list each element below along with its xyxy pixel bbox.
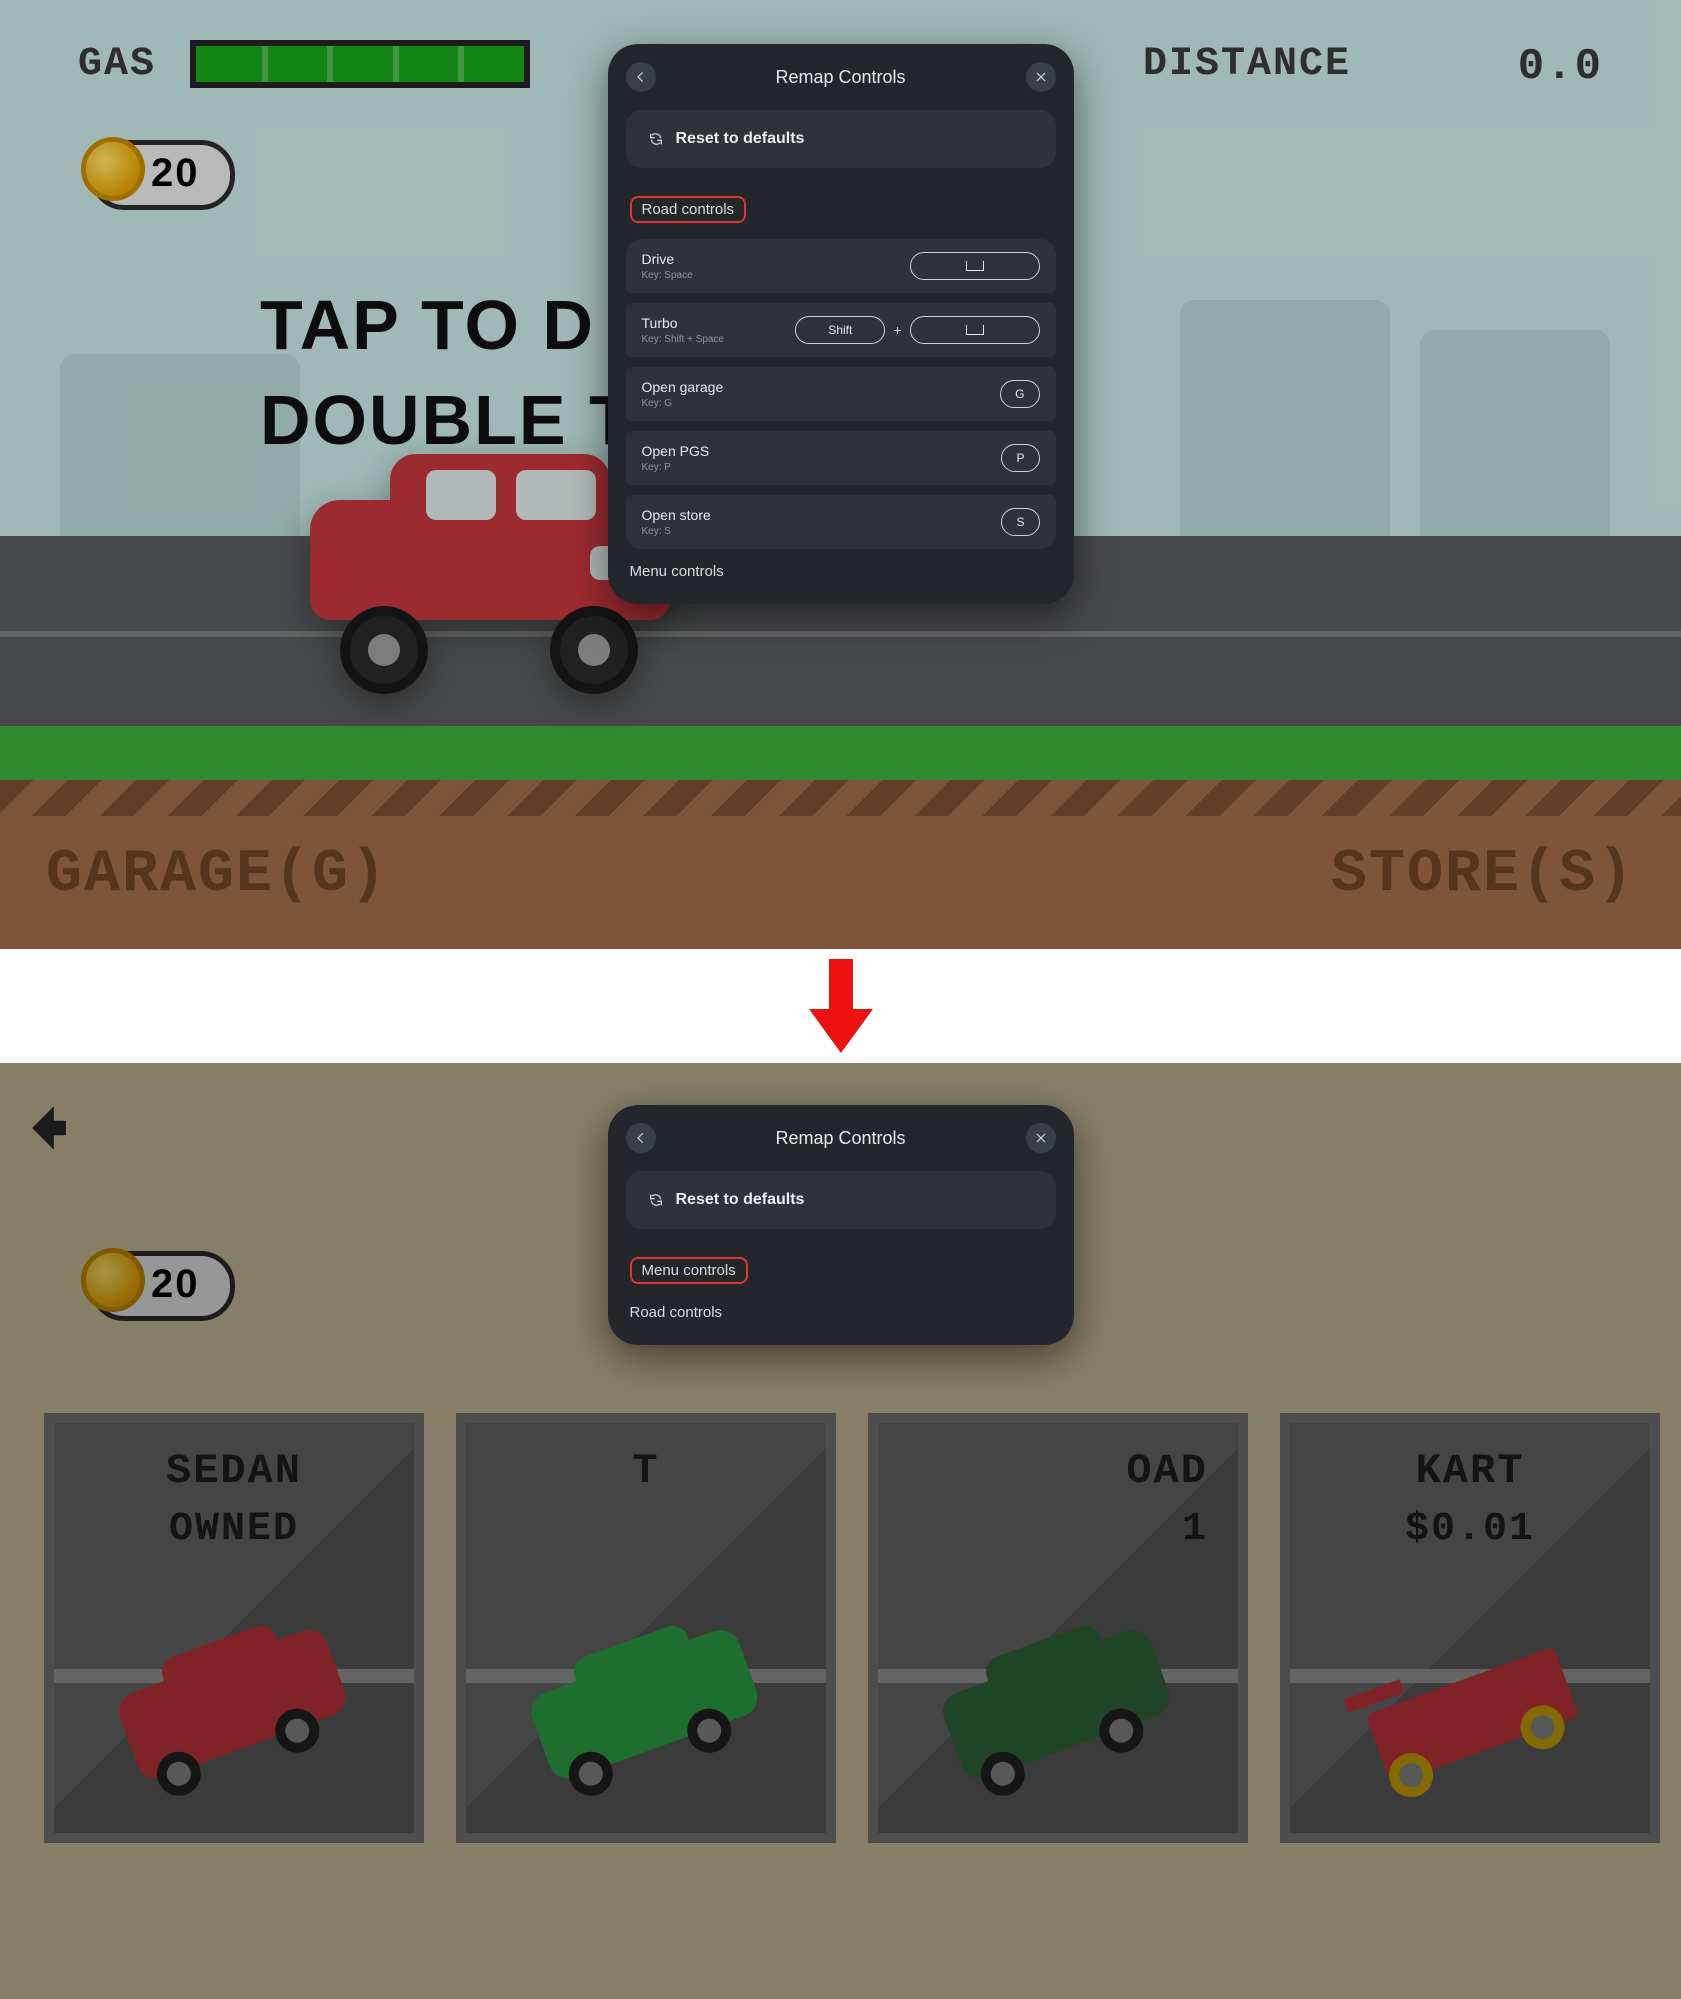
control-row[interactable]: Open store Key: S S [626,495,1056,549]
panel-title: Remap Controls [775,1128,905,1149]
keycap-space[interactable] [910,316,1040,344]
control-name: Turbo [642,315,725,331]
control-sub: Key: P [642,462,710,473]
control-row[interactable]: Open PGS Key: P P [626,431,1056,485]
keycaps: S [1001,508,1039,536]
road-rows: Drive Key: Space Turbo Key: Shift + Space Sh… [626,239,1056,549]
reset-defaults-button[interactable]: Reset to defaults [626,1171,1056,1229]
transition-gap [0,949,1681,1063]
keycaps: G [1000,380,1039,408]
control-name: Open PGS [642,443,710,459]
control-sub: Key: S [642,526,711,537]
group-road-controls: Road controls [630,1304,1052,1321]
control-name: Open store [642,507,711,523]
reset-label: Reset to defaults [676,130,805,148]
keycaps: Shift + [795,316,1039,344]
back-button[interactable] [626,1123,656,1153]
control-name: Drive [642,251,693,267]
keycap-g[interactable]: G [1000,380,1039,408]
panel-header: Remap Controls [608,1105,1074,1171]
keycap-space[interactable] [910,252,1040,280]
plus-separator: + [893,322,901,338]
reset-icon [648,131,664,147]
scene-store: STORE 20 SEDAN OWNED T OAD 1 KART $0.01 … [0,1063,1681,1999]
keycaps [910,252,1040,280]
reset-icon [648,1192,664,1208]
control-row[interactable]: Open garage Key: G G [626,367,1056,421]
remap-panel: Remap Controls Reset to defaults Road co… [608,44,1074,604]
panel-header: Remap Controls [608,44,1074,110]
control-sub: Key: Shift + Space [642,334,725,345]
control-sub: Key: G [642,398,724,409]
control-sub: Key: Space [642,270,693,281]
arrow-down-icon [813,959,869,1055]
scene-road: GAS DISTANCE 0.0 20 TAP TO D DOUBLE TAP … [0,0,1681,949]
control-row[interactable]: Drive Key: Space [626,239,1056,293]
keycaps: P [1001,444,1039,472]
keycap-s[interactable]: S [1001,508,1039,536]
reset-defaults-button[interactable]: Reset to defaults [626,110,1056,168]
close-button[interactable] [1026,1123,1056,1153]
group-menu-controls: Menu controls [630,1257,748,1284]
control-row[interactable]: Turbo Key: Shift + Space Shift + [626,303,1056,357]
keycap-p[interactable]: P [1001,444,1039,472]
panel-title: Remap Controls [775,67,905,88]
group-menu-controls: Menu controls [630,563,1052,580]
reset-label: Reset to defaults [676,1191,805,1209]
close-button[interactable] [1026,62,1056,92]
group-road-controls: Road controls [630,196,747,223]
remap-panel: Remap Controls Reset to defaults Menu co… [608,1105,1074,1345]
back-button[interactable] [626,62,656,92]
control-name: Open garage [642,379,724,395]
keycap-shift[interactable]: Shift [795,316,885,344]
